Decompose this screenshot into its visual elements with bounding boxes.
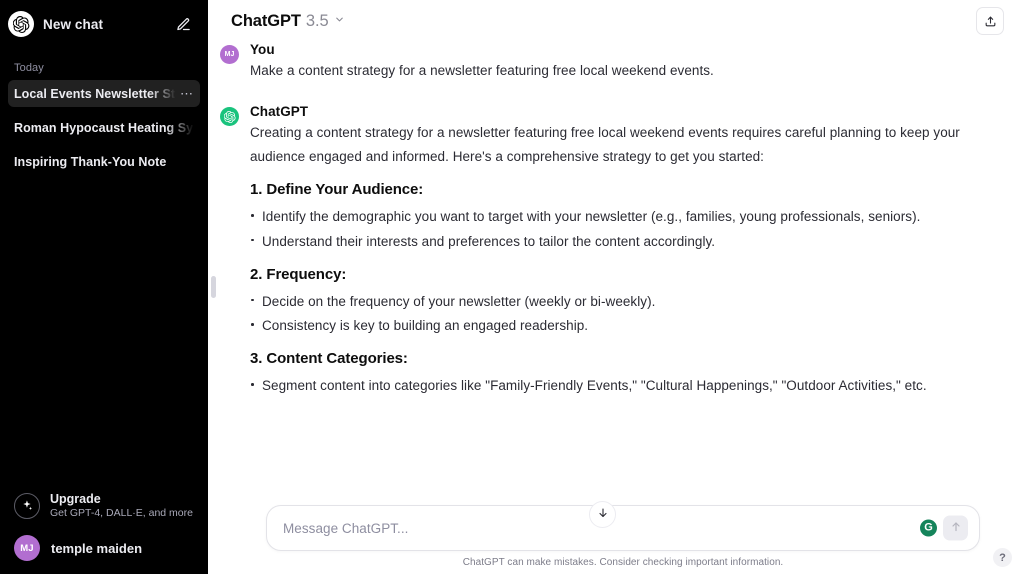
message-text: Make a content strategy for a newsletter… — [250, 63, 714, 78]
sidebar-section-label: Today — [14, 62, 44, 74]
bullet-list: Decide on the frequency of your newslett… — [250, 290, 980, 337]
compose-pencil-icon[interactable] — [170, 11, 196, 37]
list-item: Consistency is key to building an engage… — [250, 314, 980, 337]
sidebar-footer: Upgrade Get GPT-4, DALL·E, and more MJ t… — [0, 487, 208, 574]
sidebar-collapse-handle[interactable] — [211, 276, 216, 298]
chat-item-title: Inspiring Thank-You Note — [14, 154, 167, 169]
new-chat-label[interactable]: New chat — [43, 17, 161, 32]
chat-item-title: Local Events Newsletter Strategy — [14, 86, 176, 101]
section-heading: 1. Define Your Audience: — [250, 181, 424, 199]
send-button[interactable] — [943, 515, 968, 541]
message-author: You — [250, 42, 275, 57]
help-button[interactable]: ? — [993, 548, 1012, 567]
chat-list-item[interactable]: Roman Hypocaust Heating System — [8, 114, 200, 141]
avatar: MJ — [220, 45, 239, 64]
list-item: Understand their interests and preferenc… — [250, 230, 980, 253]
model-name: ChatGPT — [231, 11, 301, 30]
list-item: Segment content into categories like "Fa… — [250, 374, 980, 397]
upgrade-text-block: Upgrade Get GPT-4, DALL·E, and more — [50, 492, 193, 519]
section-heading: 3. Content Categories: — [250, 350, 408, 368]
chevron-down-icon — [334, 12, 345, 30]
bullet-list: Segment content into categories like "Fa… — [250, 374, 980, 397]
bullet-list: Identify the demographic you want to tar… — [250, 205, 980, 252]
disclaimer-text: ChatGPT can make mistakes. Consider chec… — [462, 557, 784, 568]
message-body: You Make a content strategy for a newsle… — [250, 42, 980, 82]
message-assistant: ChatGPT Creating a content strategy for … — [208, 104, 1020, 401]
upgrade-title: Upgrade — [50, 492, 101, 506]
chatgpt-app-window: New chat Today Local Events Newsletter S… — [0, 0, 1020, 574]
chat-item-title: Roman Hypocaust Heating System — [14, 120, 194, 135]
user-account-button[interactable]: MJ temple maiden — [8, 530, 200, 566]
arrow-down-icon — [597, 506, 609, 524]
chat-list-item[interactable]: Inspiring Thank-You Note — [8, 148, 200, 175]
ellipsis-icon[interactable]: ⋯ — [176, 87, 194, 100]
chat-history-list: Local Events Newsletter Strategy ⋯ Roman… — [0, 80, 208, 182]
user-name: temple maiden — [51, 540, 143, 556]
composer[interactable]: G — [266, 505, 980, 551]
chat-list-item-active[interactable]: Local Events Newsletter Strategy ⋯ — [8, 80, 200, 107]
message-text: Creating a content strategy for a newsle… — [250, 125, 960, 164]
sparkle-icon — [14, 492, 40, 519]
composer-actions: G — [920, 515, 968, 541]
openai-logo-icon — [8, 11, 34, 37]
scroll-to-bottom-button[interactable] — [589, 501, 616, 528]
sidebar: New chat Today Local Events Newsletter S… — [0, 0, 208, 574]
model-selector[interactable]: ChatGPT 3.5 — [224, 8, 352, 35]
share-upload-icon[interactable] — [976, 7, 1004, 35]
upgrade-subtitle: Get GPT-4, DALL·E, and more — [50, 507, 193, 519]
message-body: ChatGPT Creating a content strategy for … — [250, 104, 980, 401]
upgrade-plan-button[interactable]: Upgrade Get GPT-4, DALL·E, and more — [8, 487, 200, 524]
grammarly-icon[interactable]: G — [920, 519, 937, 537]
section-heading: 2. Frequency: — [250, 265, 347, 283]
openai-logo-icon — [220, 107, 239, 127]
message-user: MJ You Make a content strategy for a new… — [208, 42, 1020, 82]
main-content: ChatGPT 3.5 MJ You Make a content strate… — [208, 0, 1020, 574]
main-header: ChatGPT 3.5 — [208, 0, 1020, 42]
avatar: MJ — [14, 535, 40, 561]
list-item: Identify the demographic you want to tar… — [250, 205, 980, 228]
arrow-up-icon — [950, 519, 962, 537]
list-item: Decide on the frequency of your newslett… — [250, 290, 980, 313]
message-author: ChatGPT — [250, 104, 309, 120]
conversation-thread[interactable]: MJ You Make a content strategy for a new… — [208, 42, 1020, 574]
sidebar-header: New chat — [0, 0, 208, 48]
model-version: 3.5 — [305, 11, 329, 30]
